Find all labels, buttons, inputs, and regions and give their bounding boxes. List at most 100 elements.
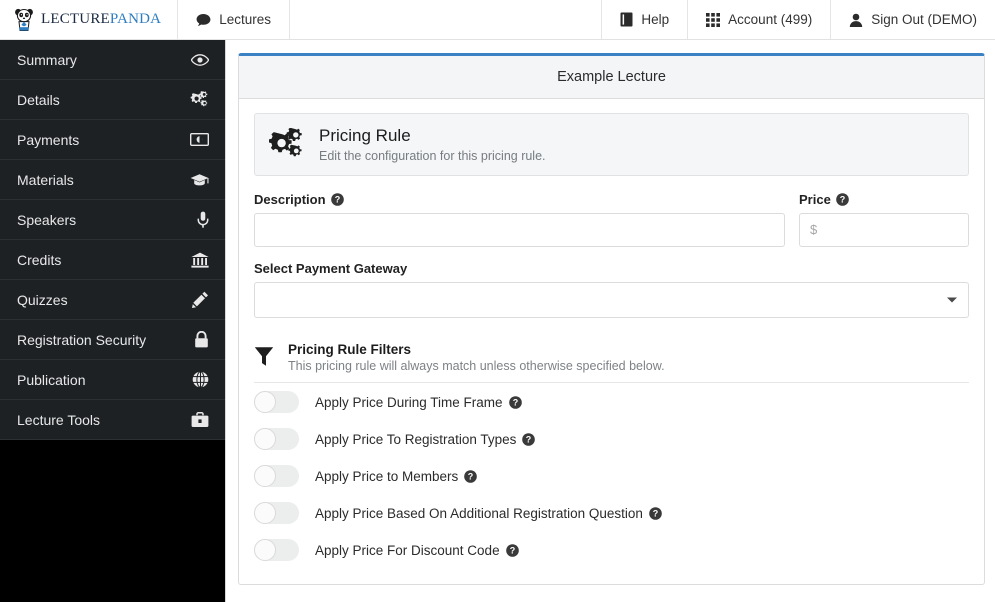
svg-text:?: ? <box>840 194 846 204</box>
nav-item-help[interactable]: Help <box>601 0 687 39</box>
cogs-icon <box>190 91 209 108</box>
svg-text:?: ? <box>468 471 474 481</box>
svg-text:?: ? <box>512 397 518 407</box>
toggle-label-members-text: Apply Price to Members <box>315 468 459 484</box>
question-circle-icon[interactable]: ? <box>505 543 519 557</box>
filters-subtitle: This pricing rule will always match unle… <box>288 358 665 373</box>
sidebar-item-credits[interactable]: Credits <box>0 240 225 280</box>
svg-text:?: ? <box>526 434 532 444</box>
toggle-apply-price-to-members[interactable] <box>254 465 299 488</box>
toggle-row-discount-code: Apply Price For Discount Code ? <box>254 533 969 568</box>
sidebar-item-quizzes-label: Quizzes <box>17 291 68 308</box>
graduation-cap-icon <box>190 173 209 187</box>
toggle-knob <box>254 391 276 414</box>
question-circle-icon[interactable]: ? <box>508 395 522 409</box>
sidebar-item-registration-security-label: Registration Security <box>17 331 147 348</box>
panel-body: Pricing Rule Edit the configuration for … <box>239 99 984 584</box>
eye-icon <box>191 53 209 66</box>
price-label: Price <box>799 191 831 207</box>
money-icon <box>190 133 209 146</box>
toggle-label-time-frame: Apply Price During Time Frame ? <box>315 395 522 410</box>
globe-icon <box>192 371 209 388</box>
price-input[interactable] <box>799 212 969 247</box>
page-title: Example Lecture <box>557 69 666 85</box>
toggle-apply-price-based-on-additional-registration-question[interactable] <box>254 502 299 525</box>
sidebar-item-publication[interactable]: Publication <box>0 360 225 400</box>
sidebar-item-speakers[interactable]: Speakers <box>0 200 225 240</box>
question-circle-icon[interactable]: ? <box>330 192 344 206</box>
filters-title: Pricing Rule Filters <box>288 341 412 357</box>
description-label-row: Description ? <box>254 192 785 207</box>
brand-wordmark: LecturePanda <box>41 11 161 28</box>
toggle-label-registration-types: Apply Price To Registration Types ? <box>315 431 536 447</box>
pricing-rule-filters-header: Pricing Rule Filters This pricing rule w… <box>254 342 969 383</box>
toggle-apply-price-during-time-frame[interactable] <box>254 391 299 414</box>
price-field-group: Price ? <box>799 192 969 247</box>
brand-logo-link[interactable]: LecturePanda <box>0 0 179 39</box>
nav-item-sign-out[interactable]: Sign Out (DEMO) <box>830 0 995 39</box>
grid-icon <box>706 12 721 27</box>
question-circle-icon[interactable]: ? <box>649 506 662 520</box>
sidebar-item-payments-label: Payments <box>17 131 80 148</box>
nav-item-lectures-label: Lectures <box>219 12 271 27</box>
sidebar-item-lecture-tools[interactable]: Lecture Tools <box>0 400 225 440</box>
toggle-knob <box>254 465 276 488</box>
toggle-apply-price-for-discount-code[interactable] <box>254 539 299 562</box>
toggle-row-registration-question: Apply Price Based On Additional Registra… <box>254 496 969 531</box>
sidebar-item-summary[interactable]: Summary <box>0 40 225 80</box>
sidebar-item-details-label: Details <box>17 91 60 108</box>
toggle-knob <box>254 428 276 451</box>
brand-word-1: Lecture <box>41 11 110 27</box>
toggle-label-members: Apply Price to Members ? <box>315 468 478 484</box>
toggle-label-discount-code-text: Apply Price For Discount Code <box>315 542 500 558</box>
sidebar-item-materials-label: Materials <box>17 171 74 188</box>
lock-icon <box>194 331 209 348</box>
main-content-area: Example Lecture Pricing Rule Edit the co… <box>226 40 995 602</box>
toggle-label-registration-question-text: Apply Price Based On Additional Registra… <box>315 505 643 521</box>
description-price-row: Description ? Price ? $ <box>254 192 969 247</box>
sidebar-item-materials[interactable]: Materials <box>0 160 225 200</box>
brand-word-2: Panda <box>109 11 162 27</box>
svg-text:?: ? <box>334 194 340 204</box>
sidebar-item-details[interactable]: Details <box>0 80 225 120</box>
description-field-group: Description ? <box>254 192 785 247</box>
toggle-row-members: Apply Price to Members ? <box>254 459 969 494</box>
nav-item-account[interactable]: Account (499) <box>687 0 830 39</box>
sidebar-item-speakers-label: Speakers <box>17 211 77 228</box>
question-circle-icon[interactable]: ? <box>464 469 478 483</box>
panel-title-bar: Example Lecture <box>239 56 984 99</box>
toggle-label-registration-question: Apply Price Based On Additional Registra… <box>315 506 662 521</box>
sidebar-item-registration-security[interactable]: Registration Security <box>0 320 225 360</box>
top-nav-right-group: Help Account (499) Sign Out (DEMO) <box>601 0 995 39</box>
toggle-row-registration-types: Apply Price To Registration Types ? <box>254 422 969 457</box>
pencil-icon <box>192 291 209 308</box>
pricing-rule-panel: Example Lecture Pricing Rule Edit the co… <box>238 53 985 585</box>
filter-icon <box>254 346 274 368</box>
nav-item-lectures[interactable]: Lectures <box>178 0 290 39</box>
nav-item-sign-out-label: Sign Out (DEMO) <box>871 12 977 27</box>
toggle-label-time-frame-text: Apply Price During Time Frame <box>315 394 503 410</box>
payment-gateway-select[interactable] <box>254 281 969 318</box>
nav-item-help-label: Help <box>641 12 670 27</box>
toggle-knob <box>254 539 276 562</box>
payment-gateway-label: Select Payment Gateway <box>254 260 408 276</box>
top-navigation-bar: LecturePanda Lectures Help <box>0 0 995 40</box>
toggle-label-registration-types-text: Apply Price To Registration Types <box>315 431 517 447</box>
book-icon <box>620 12 633 27</box>
payment-gateway-group: Select Payment Gateway <box>254 261 969 318</box>
toggle-label-discount-code: Apply Price For Discount Code ? <box>315 543 519 558</box>
question-circle-icon[interactable]: ? <box>836 192 849 206</box>
description-input[interactable] <box>254 212 785 247</box>
nav-item-account-label: Account (499) <box>728 12 813 27</box>
description-label: Description <box>254 191 326 207</box>
pricing-rule-subtitle: Edit the configuration for this pricing … <box>319 148 546 163</box>
briefcase-icon <box>191 411 209 428</box>
svg-text:?: ? <box>509 545 515 555</box>
toggle-row-time-frame: Apply Price During Time Frame ? <box>254 385 969 420</box>
sidebar-item-summary-label: Summary <box>17 51 77 68</box>
toggle-apply-price-to-registration-types[interactable] <box>254 428 299 451</box>
question-circle-icon[interactable]: ? <box>522 432 536 446</box>
sidebar-item-quizzes[interactable]: Quizzes <box>0 280 225 320</box>
sidebar-item-payments[interactable]: Payments <box>0 120 225 160</box>
svg-text:?: ? <box>653 508 659 518</box>
